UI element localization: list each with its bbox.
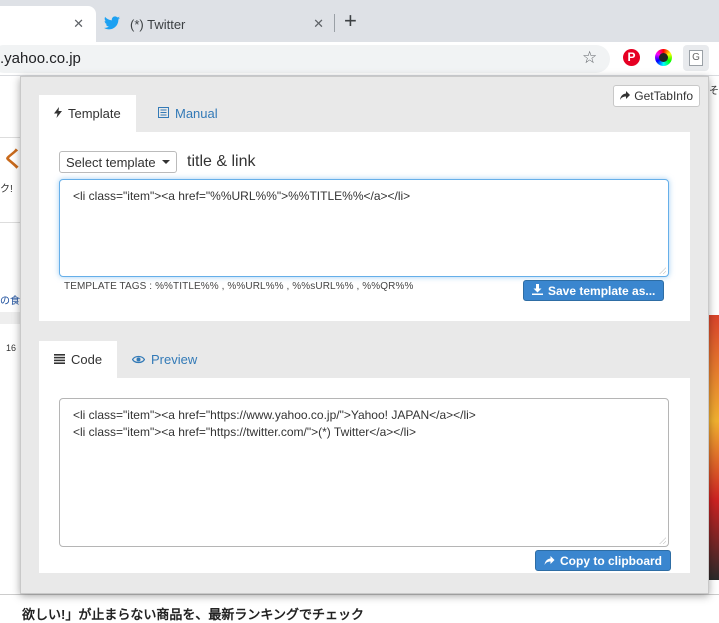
template-name: title & link (187, 153, 256, 170)
browser-toolbar (0, 42, 719, 76)
bg-fragment: そ (709, 86, 719, 97)
tab-yahoo[interactable]: ✕ (0, 6, 96, 42)
bookmark-star-icon[interactable]: ☆ (582, 48, 597, 68)
tab-manual[interactable]: Manual (143, 95, 233, 132)
tab-twitter[interactable]: (*) Twitter ✕ (104, 6, 334, 42)
book-icon (158, 106, 169, 121)
template-tags-help: TEMPLATE TAGS : %%TITLE%% , %%URL%% , %%… (64, 281, 414, 292)
tab-strip: ✕ (*) Twitter ✕ + (0, 0, 719, 42)
copy-to-clipboard-button[interactable]: Copy to clipboard (535, 550, 671, 571)
tab-code[interactable]: Code (39, 341, 118, 378)
template-textarea[interactable]: <li class="item"><a href="%%URL%%">%%TIT… (59, 179, 669, 277)
bg-fragment: 16 (6, 343, 17, 353)
bg-ad-banner[interactable] (709, 315, 719, 580)
address-bar[interactable] (0, 45, 610, 73)
tab-label: Manual (175, 106, 218, 121)
list-icon (54, 352, 65, 367)
save-template-button[interactable]: Save template as... (523, 280, 665, 301)
bg-headline[interactable]: 欲しい!」が止まらない商品を、最新ランキングでチェック (22, 604, 382, 623)
share-arrow-icon (544, 554, 555, 568)
resize-handle[interactable] (659, 267, 666, 274)
tab-label: (*) Twitter (130, 16, 186, 32)
bg-fragment: ク! (0, 184, 13, 195)
tab-label: Template (68, 106, 121, 121)
tab-template[interactable]: Template (39, 95, 136, 132)
pinterest-extension-icon[interactable]: P (623, 49, 640, 66)
caret-down-icon (161, 160, 170, 164)
code-panel: Code Preview <li class="item"><a href="h… (39, 341, 690, 573)
select-template-label: Select template (66, 154, 156, 170)
template-tabs: Template Manual (39, 95, 690, 132)
new-tab-button[interactable]: + (344, 10, 357, 32)
twitter-bird-icon (104, 16, 120, 32)
save-template-label: Save template as... (548, 283, 656, 298)
tab-label: Preview (151, 352, 198, 367)
bg-fragment[interactable]: の食 (0, 292, 20, 307)
color-picker-extension-icon[interactable] (655, 49, 672, 66)
tab-separator (334, 14, 335, 32)
code-output-textarea[interactable]: <li class="item"><a href="https://www.ya… (59, 398, 669, 547)
bolt-icon (54, 106, 62, 121)
close-icon[interactable]: ✕ (313, 16, 324, 32)
code-panel-body: <li class="item"><a href="https://www.ya… (39, 378, 690, 573)
resize-handle[interactable] (659, 537, 666, 544)
tab-preview[interactable]: Preview (117, 341, 212, 378)
gettabinfo-popup: GetTabInfo Template Manual Select templa… (20, 76, 709, 594)
template-panel: Template Manual Select template title & … (39, 95, 690, 321)
tab-label: Code (71, 352, 103, 367)
close-icon[interactable]: ✕ (73, 16, 84, 32)
code-tabs: Code Preview (39, 341, 690, 378)
url-text[interactable]: .yahoo.co.jp (0, 50, 81, 67)
eye-icon (131, 352, 146, 367)
copy-to-clipboard-label: Copy to clipboard (560, 553, 662, 568)
gettabinfo-extension-icon[interactable]: G (683, 45, 709, 71)
template-panel-body: Select template title & link <li class="… (39, 132, 690, 321)
select-template-dropdown[interactable]: Select template (59, 151, 177, 173)
download-icon (532, 283, 543, 298)
